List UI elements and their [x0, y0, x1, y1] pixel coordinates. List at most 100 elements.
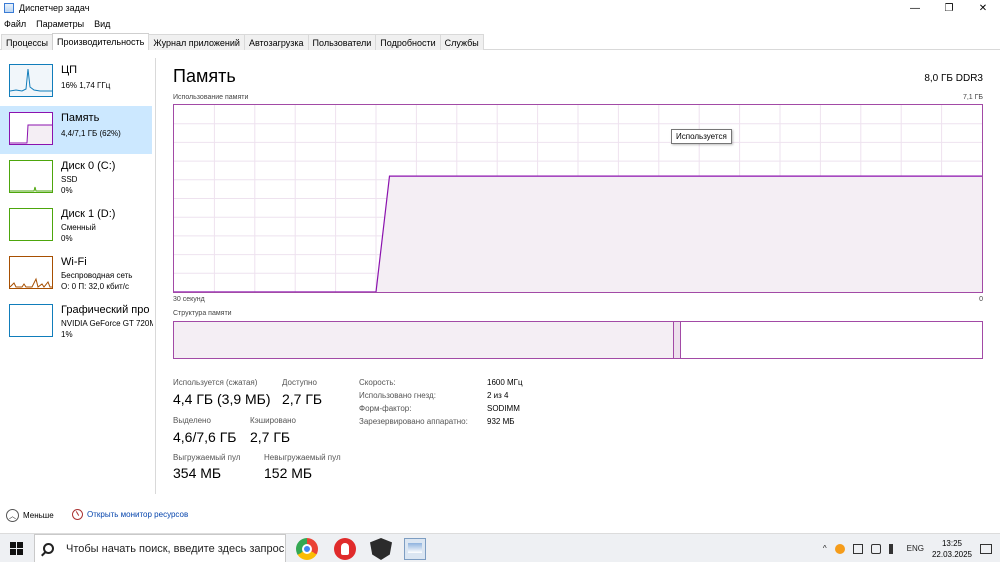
available-label: Доступно	[282, 378, 317, 387]
task-manager-icon	[4, 3, 14, 13]
reserved-label: Зарезервировано аппаратно:	[359, 417, 468, 426]
sidebar-item-usage: 1%	[61, 330, 73, 339]
chart-time-left: 30 секунд	[173, 296, 205, 303]
sidebar-item-wifi[interactable]: Wi-Fi Беспроводная сеть О: 0 П: 32,0 кби…	[0, 250, 152, 298]
sidebar-item-disk-0[interactable]: Диск 0 (C:) SSD 0%	[0, 154, 152, 202]
paged-pool-label: Выгружаемый пул	[173, 453, 241, 462]
resource-monitor-icon	[72, 509, 83, 520]
sidebar-item-label: Wi-Fi	[61, 256, 87, 268]
composition-in-use[interactable]	[174, 322, 674, 358]
menu-file[interactable]: Файл	[4, 19, 26, 29]
notifications-icon[interactable]	[980, 543, 992, 554]
resource-monitor-link[interactable]: Открыть монитор ресурсов	[72, 509, 188, 520]
taskbar: Чтобы начать поиск, введите здесь запрос…	[0, 533, 1000, 562]
page-title: Память	[173, 66, 236, 86]
language-indicator[interactable]: ENG	[907, 544, 924, 553]
sidebar-item-detail: Сменный	[61, 223, 96, 232]
memory-thumbnail	[9, 112, 53, 145]
chrome-icon[interactable]	[296, 538, 318, 560]
menu-view[interactable]: Вид	[94, 19, 110, 29]
sidebar-item-usage: 0%	[61, 234, 73, 243]
tray-overflow-chevron[interactable]: ^	[823, 544, 827, 553]
cached-value: 2,7 ГБ	[250, 429, 291, 445]
sidebar-item-detail: NVIDIA GeForce GT 720M	[61, 319, 153, 328]
sidebar-item-label: Диск 0 (C:)	[61, 160, 116, 172]
tab-bar: Процессы Производительность Журнал прило…	[0, 33, 1000, 50]
reserved-value: 932 МБ	[487, 417, 515, 426]
sidebar-item-memory[interactable]: Память 4,4/7,1 ГБ (62%)	[0, 106, 152, 154]
committed-label: Выделено	[173, 416, 211, 425]
world-of-tanks-icon[interactable]	[370, 538, 392, 560]
wifi-thumbnail	[9, 256, 53, 289]
menu-bar: Файл Параметры Вид	[0, 16, 1000, 32]
tab-users[interactable]: Пользователи	[307, 34, 377, 50]
taskbar-clock[interactable]: 13:25 22.03.2025	[932, 538, 972, 560]
slots-label: Использовано гнезд:	[359, 391, 436, 400]
tab-performance[interactable]: Производительность	[52, 33, 150, 50]
disk0-thumbnail	[9, 160, 53, 193]
slots-value: 2 из 4	[487, 391, 509, 400]
network-icon[interactable]	[852, 543, 863, 554]
avast-icon[interactable]	[834, 543, 845, 554]
clock-time: 13:25	[941, 538, 962, 548]
sidebar-item-detail: 4,4/7,1 ГБ (62%)	[61, 129, 121, 138]
disk1-thumbnail	[9, 208, 53, 241]
tab-startup[interactable]: Автозагрузка	[243, 34, 309, 50]
form-factor-value: SODIMM	[487, 404, 520, 413]
taskbar-search-box[interactable]: Чтобы начать поиск, введите здесь запрос	[34, 534, 286, 562]
form-factor-label: Форм-фактор:	[359, 404, 412, 413]
paged-pool-value: 354 МБ	[173, 465, 222, 481]
chart-tooltip: Используется	[671, 129, 732, 144]
sidebar-item-usage: 0%	[61, 186, 73, 195]
footer: ︿ Меньше Открыть монитор ресурсов	[0, 505, 1000, 527]
fewer-details-button[interactable]: ︿ Меньше	[6, 509, 54, 522]
tab-processes[interactable]: Процессы	[1, 34, 54, 50]
performance-sidebar: ЦП 16% 1,74 ГГц Память 4,4/7,1 ГБ (62%) …	[0, 58, 156, 494]
cached-label: Кэшировано	[250, 416, 297, 425]
sidebar-item-label: ЦП	[61, 64, 78, 76]
windows-logo-icon	[10, 542, 16, 548]
chart-time-right: 0	[979, 296, 983, 303]
sidebar-item-gpu[interactable]: Графический про NVIDIA GeForce GT 720M 1…	[0, 298, 153, 346]
resource-monitor-label: Открыть монитор ресурсов	[87, 510, 189, 519]
sidebar-item-throughput: О: 0 П: 32,0 кбит/с	[61, 282, 129, 291]
available-value: 2,7 ГБ	[282, 391, 323, 407]
window-title: Диспетчер задач	[19, 3, 90, 13]
fewer-details-label: Меньше	[23, 511, 54, 520]
composition-modified[interactable]	[674, 322, 681, 358]
sidebar-item-label: Диск 1 (D:)	[61, 208, 116, 220]
close-button[interactable]: ✕	[966, 0, 1000, 16]
clock-date: 22.03.2025	[931, 549, 972, 559]
usage-chart-max: 7,1 ГБ	[962, 94, 983, 101]
start-button[interactable]	[10, 542, 23, 555]
tab-services[interactable]: Службы	[439, 34, 484, 50]
search-icon	[43, 543, 54, 554]
sidebar-item-disk-1[interactable]: Диск 1 (D:) Сменный 0%	[0, 202, 152, 250]
nonpaged-pool-value: 152 МБ	[264, 465, 313, 481]
memory-usage-chart[interactable]	[173, 104, 983, 293]
memory-type: 8,0 ГБ DDR3	[924, 73, 983, 84]
system-tray: ^ ENG 13:25 22.03.2025	[823, 534, 1000, 562]
memory-composition-bar[interactable]	[173, 321, 983, 359]
battery-icon[interactable]	[870, 543, 881, 554]
structure-label: Структура памяти	[173, 310, 232, 317]
usage-chart-label: Использование памяти	[173, 94, 249, 101]
committed-value: 4,6/7,6 ГБ	[173, 429, 237, 445]
tab-app-history[interactable]: Журнал приложений	[148, 34, 245, 50]
volume-icon[interactable]	[888, 543, 899, 554]
sidebar-item-detail: 16% 1,74 ГГц	[61, 81, 111, 90]
nonpaged-pool-label: Невыгружаемый пул	[264, 453, 341, 462]
yandex-browser-icon[interactable]	[334, 538, 356, 560]
in-use-label: Используется (сжатая)	[173, 378, 258, 387]
sidebar-item-label: Графический про	[61, 304, 150, 316]
maximize-button[interactable]: ❐	[932, 0, 966, 16]
chevron-up-icon: ︿	[6, 509, 19, 522]
menu-options[interactable]: Параметры	[36, 19, 84, 29]
minimize-button[interactable]: —	[898, 0, 932, 16]
title-bar: Диспетчер задач — ❐ ✕	[0, 0, 1000, 16]
speed-value: 1600 МГц	[487, 378, 523, 387]
task-manager-taskbar-icon[interactable]	[404, 538, 426, 560]
tab-details[interactable]: Подробности	[375, 34, 441, 50]
search-placeholder: Чтобы начать поиск, введите здесь запрос	[66, 542, 285, 555]
sidebar-item-cpu[interactable]: ЦП 16% 1,74 ГГц	[0, 58, 152, 106]
